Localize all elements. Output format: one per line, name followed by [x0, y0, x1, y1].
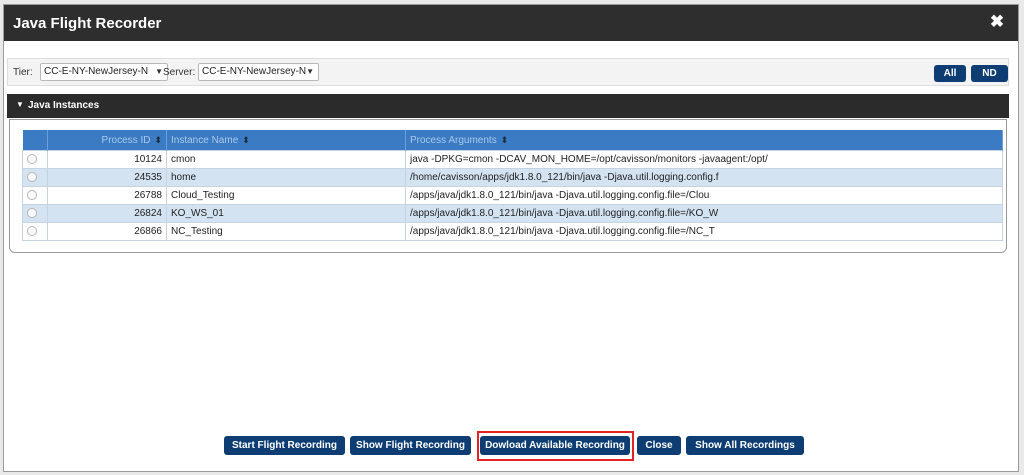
highlight-box — [477, 431, 634, 461]
process-arguments-cell: java -DPKG=cmon -DCAV_MON_HOME=/opt/cavi… — [405, 150, 1003, 169]
table-row[interactable]: 24535 home /home/cavisson/apps/jdk1.8.0_… — [22, 168, 1003, 187]
chevron-down-icon: ▼ — [155, 67, 163, 76]
sort-icon[interactable]: ⬍ — [242, 135, 250, 145]
instance-name-cell: Cloud_Testing — [166, 186, 406, 205]
section-title: Java Instances — [28, 100, 100, 111]
server-label: Server: — [163, 67, 196, 78]
tier-select-value: CC-E-NY-NewJersey-N — [44, 66, 149, 77]
process-id-cell: 26866 — [47, 222, 167, 241]
nd-button[interactable]: ND — [971, 65, 1008, 82]
process-arguments-cell: /apps/java/jdk1.8.0_121/bin/java -Djava.… — [405, 204, 1003, 223]
title-bar: Java Flight Recorder ✖ — [4, 5, 1018, 41]
table-row[interactable]: 26866 NC_Testing /apps/java/jdk1.8.0_121… — [22, 222, 1003, 241]
process-id-cell: 10124 — [47, 150, 167, 169]
row-select-cell[interactable] — [22, 222, 48, 241]
sort-icon[interactable]: ⬍ — [501, 135, 509, 145]
filter-toolbar: Tier: CC-E-NY-NewJersey-N ▼ Server: CC-E… — [7, 58, 1009, 86]
all-button[interactable]: All — [934, 65, 966, 82]
process-arguments-cell: /apps/java/jdk1.8.0_121/bin/java -Djava.… — [405, 222, 1003, 241]
table-header-row: Process ID ⬍ Instance Name ⬍ Process Argum… — [22, 130, 1003, 151]
process-arguments-header-label: Process Arguments — [410, 134, 497, 146]
process-id-cell: 24535 — [47, 168, 167, 187]
table-row[interactable]: 10124 cmon java -DPKG=cmon -DCAV_MON_HOM… — [22, 150, 1003, 169]
row-radio[interactable] — [27, 154, 37, 165]
row-radio[interactable] — [27, 208, 37, 219]
tier-select[interactable]: CC-E-NY-NewJersey-N ▼ — [40, 63, 168, 81]
show-flight-recording-button[interactable]: Show Flight Recording — [350, 436, 471, 455]
process-arguments-header[interactable]: Process Arguments ⬍ — [405, 130, 1003, 151]
row-select-cell[interactable] — [22, 204, 48, 223]
process-id-header-label: Process ID — [101, 134, 151, 146]
java-instances-panel: Process ID ⬍ Instance Name ⬍ Process Argum… — [9, 119, 1007, 253]
close-button[interactable]: Close — [637, 436, 681, 455]
instance-name-header[interactable]: Instance Name ⬍ — [166, 130, 406, 151]
caret-down-icon[interactable]: ▼ — [16, 100, 24, 109]
process-arguments-cell: /apps/java/jdk1.8.0_121/bin/java -Djava.… — [405, 186, 1003, 205]
instance-name-cell: KO_WS_01 — [166, 204, 406, 223]
instance-name-cell: NC_Testing — [166, 222, 406, 241]
java-instances-header[interactable]: ▼ Java Instances — [7, 94, 1009, 118]
server-select[interactable]: CC-E-NY-NewJersey-N ▼ — [198, 63, 319, 81]
table-row[interactable]: 26788 Cloud_Testing /apps/java/jdk1.8.0_… — [22, 186, 1003, 205]
instances-table: Process ID ⬍ Instance Name ⬍ Process Argum… — [22, 130, 1003, 241]
row-select-cell[interactable] — [22, 168, 48, 187]
dialog-title: Java Flight Recorder — [13, 15, 162, 32]
select-column-header — [22, 130, 48, 151]
row-select-cell[interactable] — [22, 150, 48, 169]
process-id-header[interactable]: Process ID ⬍ — [47, 130, 167, 151]
instance-name-header-label: Instance Name — [171, 134, 239, 146]
process-id-cell: 26824 — [47, 204, 167, 223]
instance-name-cell: home — [166, 168, 406, 187]
close-icon[interactable]: ✖ — [988, 13, 1006, 31]
instance-name-cell: cmon — [166, 150, 406, 169]
row-radio[interactable] — [27, 190, 37, 201]
chevron-down-icon: ▼ — [306, 67, 314, 76]
server-select-value: CC-E-NY-NewJersey-N — [202, 66, 307, 77]
start-flight-recording-button[interactable]: Start Flight Recording — [224, 436, 345, 455]
tier-label: Tier: — [13, 67, 33, 78]
row-radio[interactable] — [27, 226, 37, 237]
process-id-cell: 26788 — [47, 186, 167, 205]
row-radio[interactable] — [27, 172, 37, 183]
table-row[interactable]: 26824 KO_WS_01 /apps/java/jdk1.8.0_121/b… — [22, 204, 1003, 223]
row-select-cell[interactable] — [22, 186, 48, 205]
process-arguments-cell: /home/cavisson/apps/jdk1.8.0_121/bin/jav… — [405, 168, 1003, 187]
show-all-recordings-button[interactable]: Show All Recordings — [686, 436, 804, 455]
sort-icon[interactable]: ⬍ — [154, 135, 162, 145]
